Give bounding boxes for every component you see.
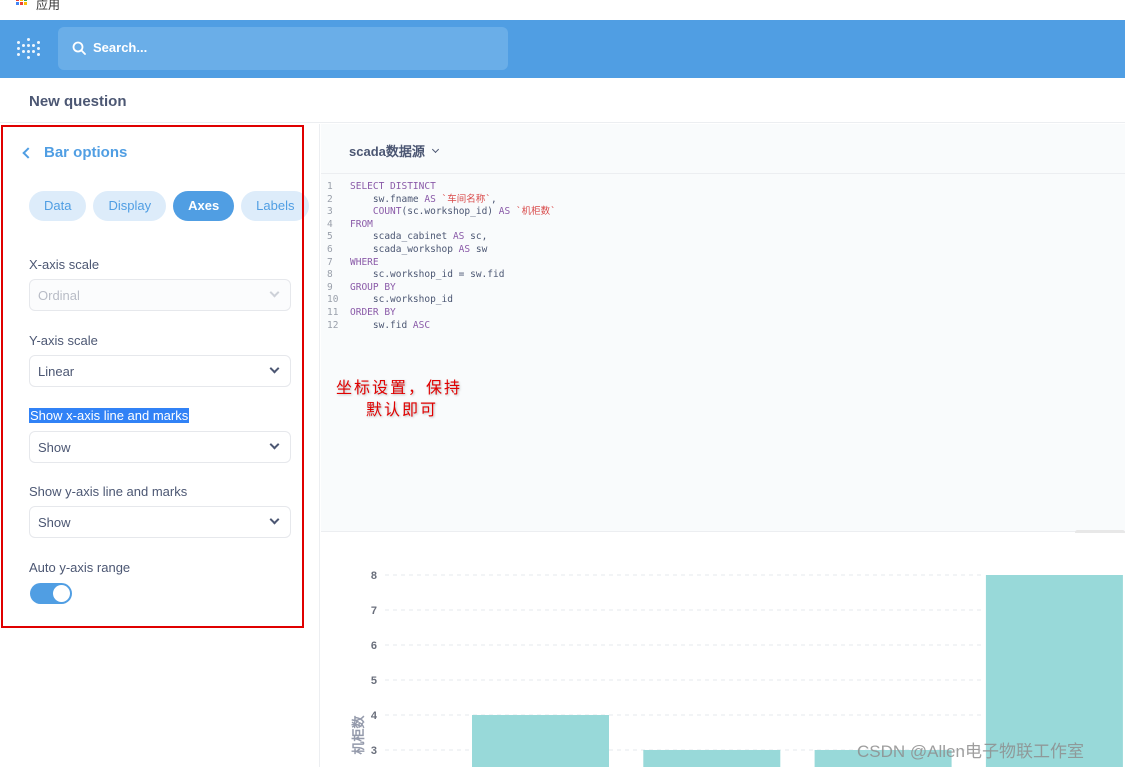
browser-bookmarks-bar: 应用 [0, 0, 1125, 20]
sql-text: FROM [350, 218, 373, 230]
metabase-logo-icon[interactable] [17, 36, 41, 62]
settings-tabs: Data Display Axes Labels [29, 191, 310, 221]
chevron-down-icon [431, 145, 439, 153]
sql-line: 1 SELECT DISTINCT [321, 181, 1125, 194]
chart-settings-sidebar: Bar options Data Display Axes Labels X-a… [0, 124, 320, 767]
apps-label[interactable]: 应用 [36, 0, 60, 13]
y-axis-scale-select[interactable]: Linear [29, 355, 291, 387]
chevron-left-icon [22, 146, 34, 159]
sql-text: SELECT DISTINCT [350, 181, 436, 192]
y-tick-label: 4 [371, 710, 378, 722]
line-number: 3 [327, 206, 333, 218]
show-x-axis-label: Show x-axis line and marks [29, 408, 190, 423]
sql-text: sw.fname AS `车间名称`, [350, 193, 497, 205]
tab-data[interactable]: Data [29, 191, 87, 221]
line-number: 9 [327, 281, 333, 293]
toggle-knob [53, 585, 70, 602]
sql-text: COUNT(sc.workshop_id) AS `机柜数` [372, 206, 556, 218]
line-number: 5 [327, 231, 333, 243]
sql-text: scada_workshop AS sw [350, 243, 488, 255]
line-number: 7 [327, 256, 333, 268]
y-tick-label: 7 [371, 605, 377, 617]
sql-line: 3 COUNT(sc.workshop_id) AS `机柜数` [321, 206, 1125, 219]
line-number: 2 [327, 193, 333, 205]
y-tick-label: 6 [371, 640, 377, 652]
search-icon [72, 41, 86, 55]
search-bar[interactable]: Search... [58, 27, 508, 70]
watermark: CSDN @Allen电子物联工作室 [857, 742, 1084, 761]
divider [321, 173, 1125, 174]
sql-line: 12 sw.fid ASC [321, 320, 1125, 333]
sql-text: sc.workshop_id [350, 294, 453, 306]
back-label: Bar options [44, 144, 128, 161]
search-placeholder: Search... [93, 40, 148, 55]
sql-line: 5 scada_cabinet AS sc, [321, 231, 1125, 244]
annotation-line-2: 默认即可 [366, 400, 439, 419]
show-x-axis-value: Show [38, 440, 71, 455]
sql-text: GROUP BY [350, 281, 396, 293]
sql-line: 8 sc.workshop_id = sw.fid [321, 269, 1125, 282]
annotation-note: 坐标设置，保持 默认即可 [336, 377, 462, 421]
y-tick-label: 5 [371, 675, 377, 687]
y-tick-label: 3 [371, 745, 377, 757]
show-x-axis-select[interactable]: Show [29, 431, 291, 463]
line-number: 12 [327, 319, 339, 331]
sql-text: WHERE [350, 256, 379, 268]
sql-text: sc.workshop_id = sw.fid [350, 269, 505, 281]
sql-text: scada_cabinet AS sc, [350, 231, 488, 243]
sql-line: 9 GROUP BY [321, 282, 1125, 295]
line-number: 11 [327, 306, 339, 318]
line-number: 10 [327, 294, 339, 306]
x-axis-scale-value: Ordinal [38, 288, 80, 303]
y-tick-label: 8 [371, 570, 377, 582]
y-axis-label: 机柜数 [351, 715, 366, 755]
x-axis-scale-label: X-axis scale [29, 257, 100, 272]
apps-grid-icon[interactable] [16, 0, 28, 8]
line-number: 4 [327, 218, 333, 230]
database-name: scada数据源 [349, 144, 425, 159]
sql-text: ORDER BY [350, 306, 396, 318]
page-title: New question [29, 93, 127, 110]
bar-chart-svg: 3 4 5 6 7 8 机柜数 [351, 570, 1123, 772]
database-picker[interactable]: scada数据源 [349, 141, 439, 160]
chevron-down-icon [269, 439, 280, 450]
y-axis-scale-value: Linear [38, 364, 75, 379]
show-y-axis-value: Show [38, 515, 71, 530]
sql-line: 10 sc.workshop_id [321, 294, 1125, 307]
chevron-down-icon [269, 363, 280, 374]
bar [472, 715, 609, 772]
chevron-down-icon [269, 514, 280, 525]
auto-y-range-label: Auto y-axis range [29, 560, 131, 575]
native-query-editor: scada数据源 1 SELECT DISTINCT 2 sw.fname AS `… [321, 124, 1125, 532]
line-number: 8 [327, 269, 333, 281]
bar-chart: 3 4 5 6 7 8 机柜数 [321, 533, 1125, 772]
x-axis-scale-select: Ordinal [29, 279, 291, 311]
show-y-axis-select[interactable]: Show [29, 506, 291, 538]
sql-line: 6 scada_workshop AS sw [321, 244, 1125, 257]
annotation-line-1: 坐标设置，保持 [336, 378, 463, 397]
sql-line: 2 sw.fname AS `车间名称`, [321, 194, 1125, 207]
bar [643, 750, 781, 772]
sql-text: sw.fid ASC [350, 319, 431, 331]
line-number: 1 [327, 181, 333, 192]
tab-display[interactable]: Display [93, 191, 167, 221]
sql-line: 4 FROM [321, 219, 1125, 232]
tab-labels[interactable]: Labels [241, 191, 310, 221]
sql-line: 7 WHERE [321, 257, 1125, 270]
auto-y-range-toggle[interactable] [30, 583, 72, 604]
top-navbar: Search... [0, 20, 1125, 78]
line-number: 6 [327, 243, 333, 255]
sql-line: 11 ORDER BY [321, 307, 1125, 320]
tab-axes[interactable]: Axes [173, 191, 235, 221]
show-y-axis-label: Show y-axis line and marks [29, 484, 188, 499]
title-row: New question [0, 78, 1125, 123]
chevron-down-icon [269, 287, 280, 298]
sql-code-area[interactable]: 1 SELECT DISTINCT 2 sw.fname AS `车间名称`, 3 C… [321, 181, 1125, 332]
back-to-options-button[interactable]: Bar options [22, 144, 128, 161]
y-axis-scale-label: Y-axis scale [29, 333, 98, 348]
